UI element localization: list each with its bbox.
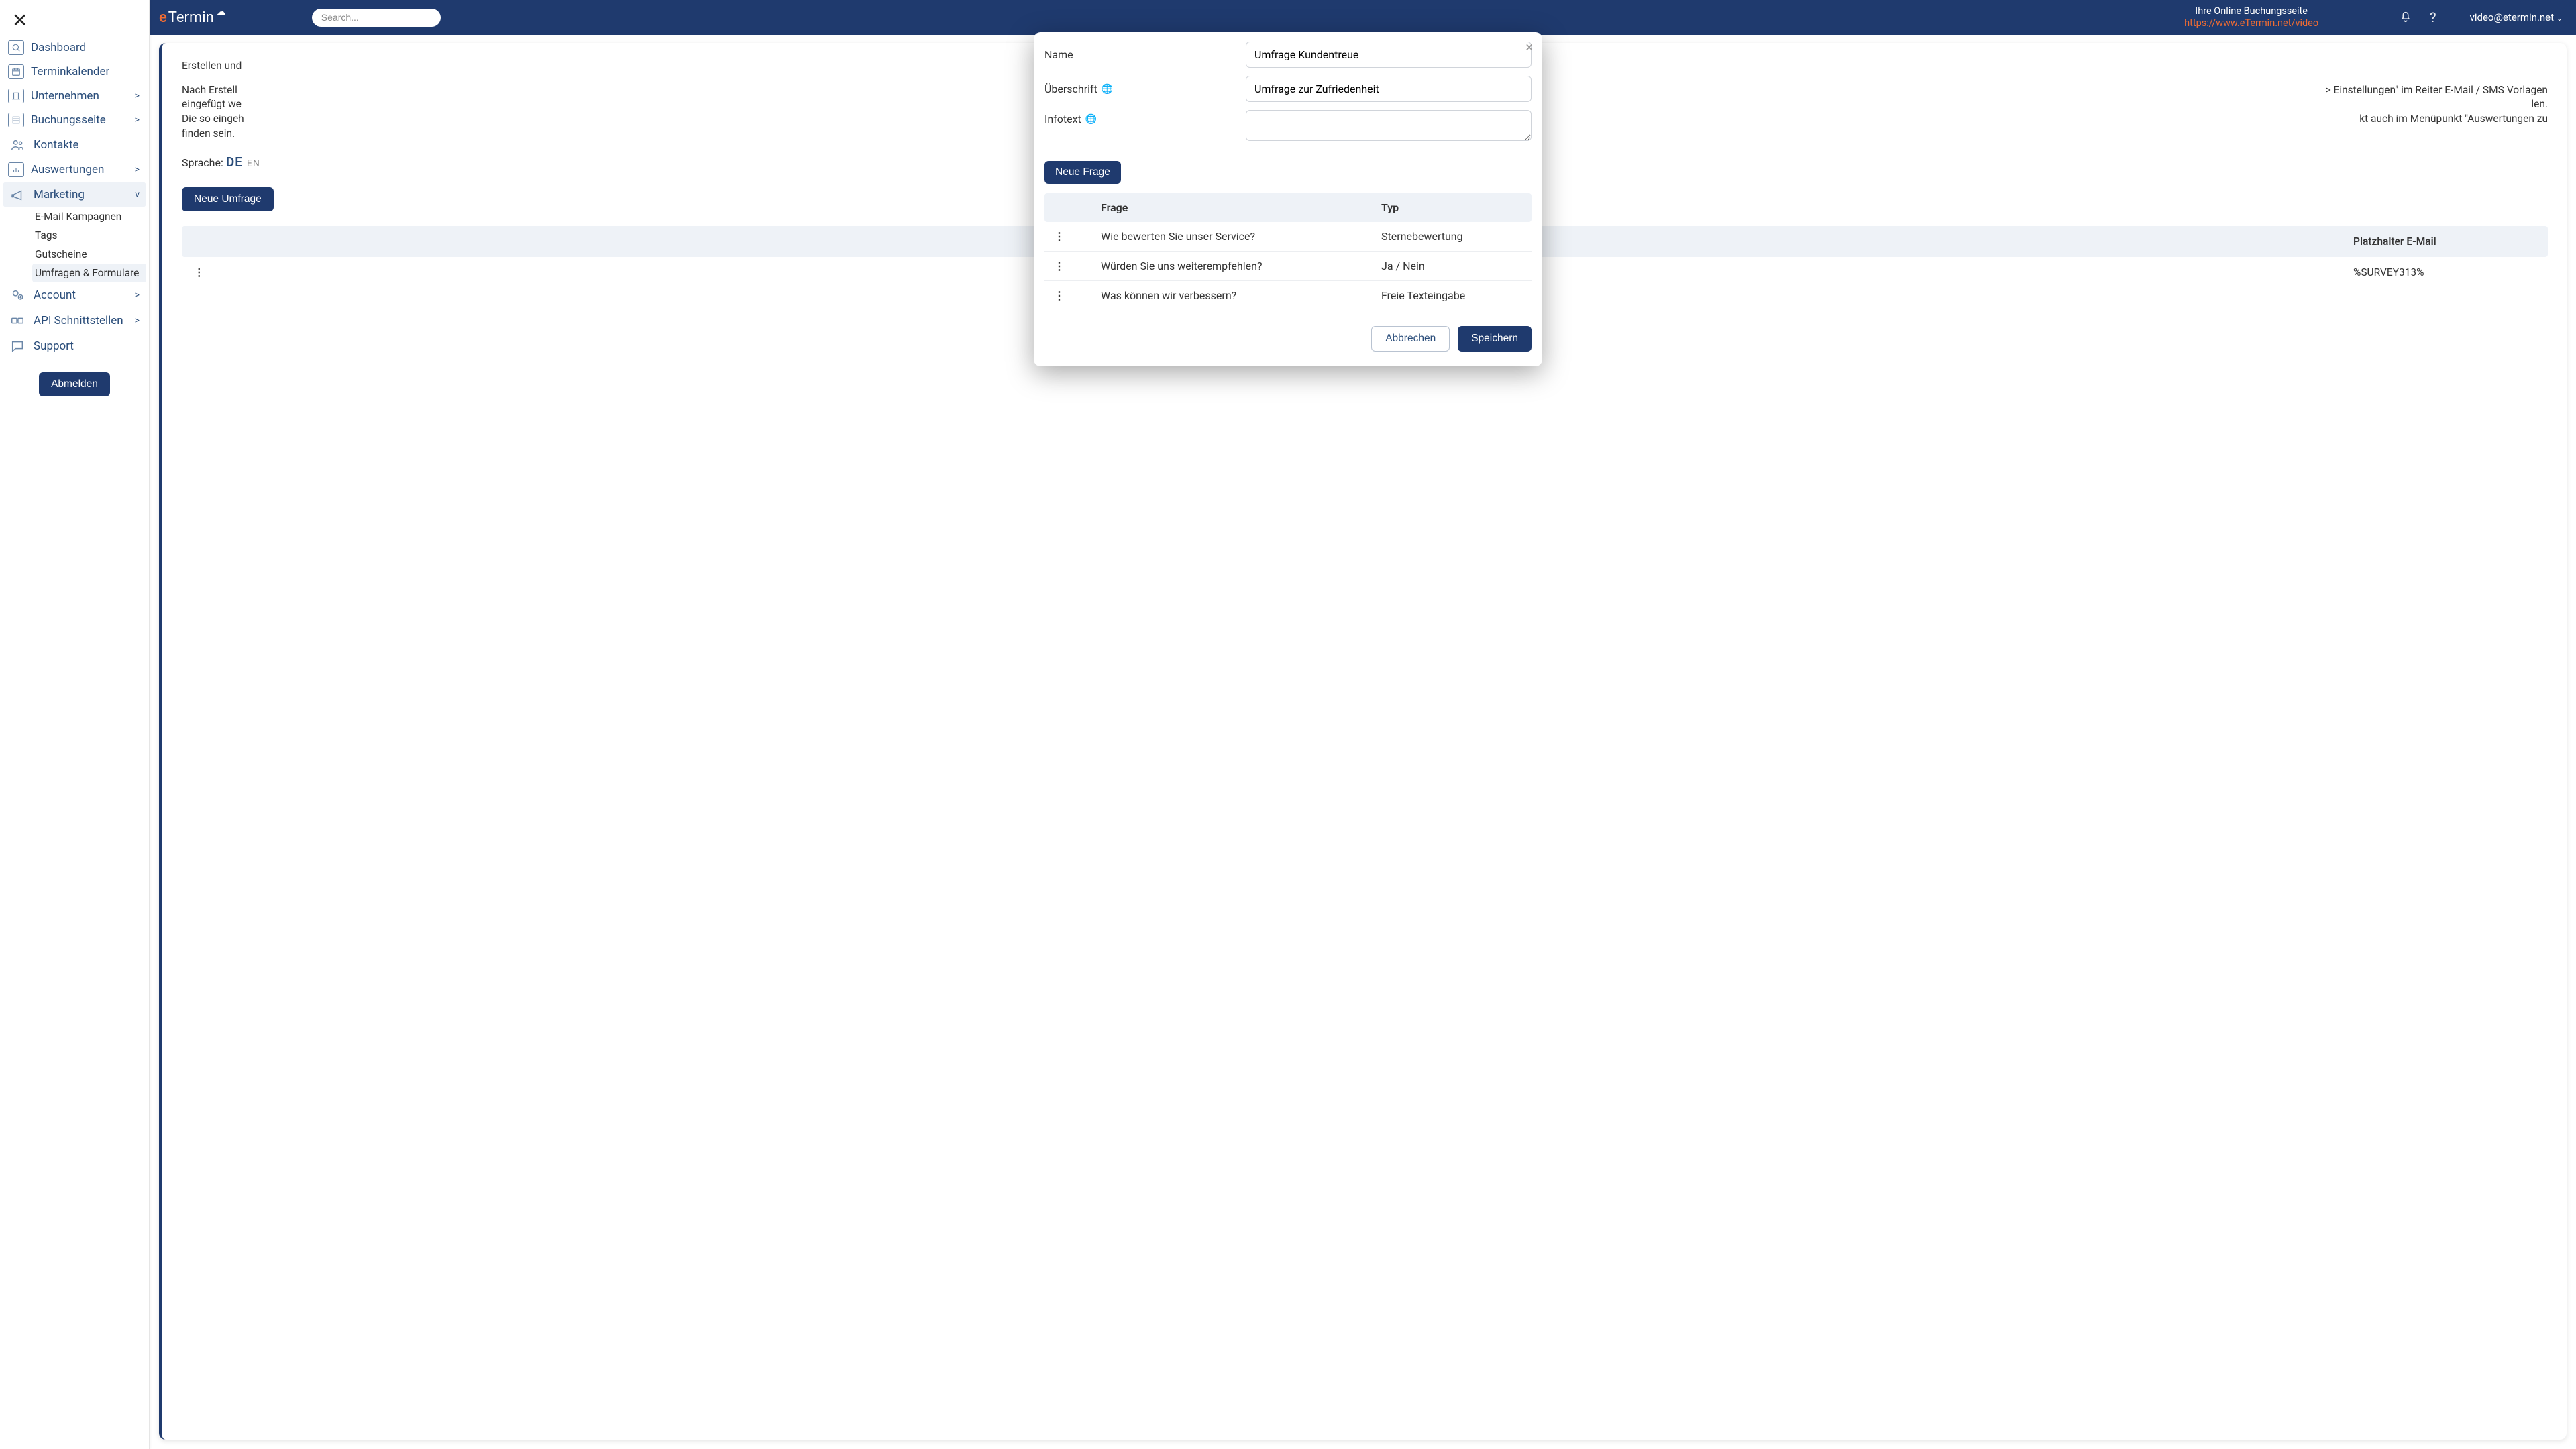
question-text: Wie bewerten Sie unser Service? [1101,230,1381,243]
kebab-icon[interactable]: ⋮ [1044,289,1101,302]
col-type: Typ [1381,201,1532,214]
infotext-label: Infotext 🌐 [1044,110,1246,125]
heading-input[interactable] [1246,76,1532,102]
question-type: Freie Texteingabe [1381,289,1532,302]
question-type: Sternebewertung [1381,230,1532,243]
question-row: ⋮ Würden Sie uns weiterempfehlen? Ja / N… [1044,252,1532,281]
question-text: Was können wir verbessern? [1101,289,1381,302]
col-question: Frage [1101,201,1381,214]
cancel-button[interactable]: Abbrechen [1371,326,1450,352]
new-question-button[interactable]: Neue Frage [1044,161,1121,184]
heading-label-text: Überschrift [1044,83,1097,95]
kebab-icon[interactable]: ⋮ [1044,260,1101,272]
close-icon[interactable]: × [1525,39,1533,55]
save-button[interactable]: Speichern [1458,326,1532,352]
survey-edit-modal: × Name Überschrift 🌐 Infotext 🌐 Neue Fra… [1034,32,1542,366]
modal-actions: Abbrechen Speichern [1044,326,1532,352]
globe-icon: 🌐 [1102,84,1113,95]
infotext-input[interactable] [1246,110,1532,141]
modal-backdrop: × Name Überschrift 🌐 Infotext 🌐 Neue Fra… [0,0,2576,1449]
questions-table: Frage Typ ⋮ Wie bewerten Sie unser Servi… [1044,193,1532,310]
name-label: Name [1044,48,1246,61]
questions-header: Frage Typ [1044,193,1532,222]
infotext-label-text: Infotext [1044,113,1081,125]
globe-icon: 🌐 [1085,114,1097,125]
question-row: ⋮ Was können wir verbessern? Freie Texte… [1044,281,1532,310]
question-type: Ja / Nein [1381,260,1532,272]
heading-label: Überschrift 🌐 [1044,83,1246,95]
kebab-icon[interactable]: ⋮ [1044,230,1101,243]
question-row: ⋮ Wie bewerten Sie unser Service? Sterne… [1044,222,1532,252]
name-input[interactable] [1246,42,1532,68]
question-text: Würden Sie uns weiterempfehlen? [1101,260,1381,272]
